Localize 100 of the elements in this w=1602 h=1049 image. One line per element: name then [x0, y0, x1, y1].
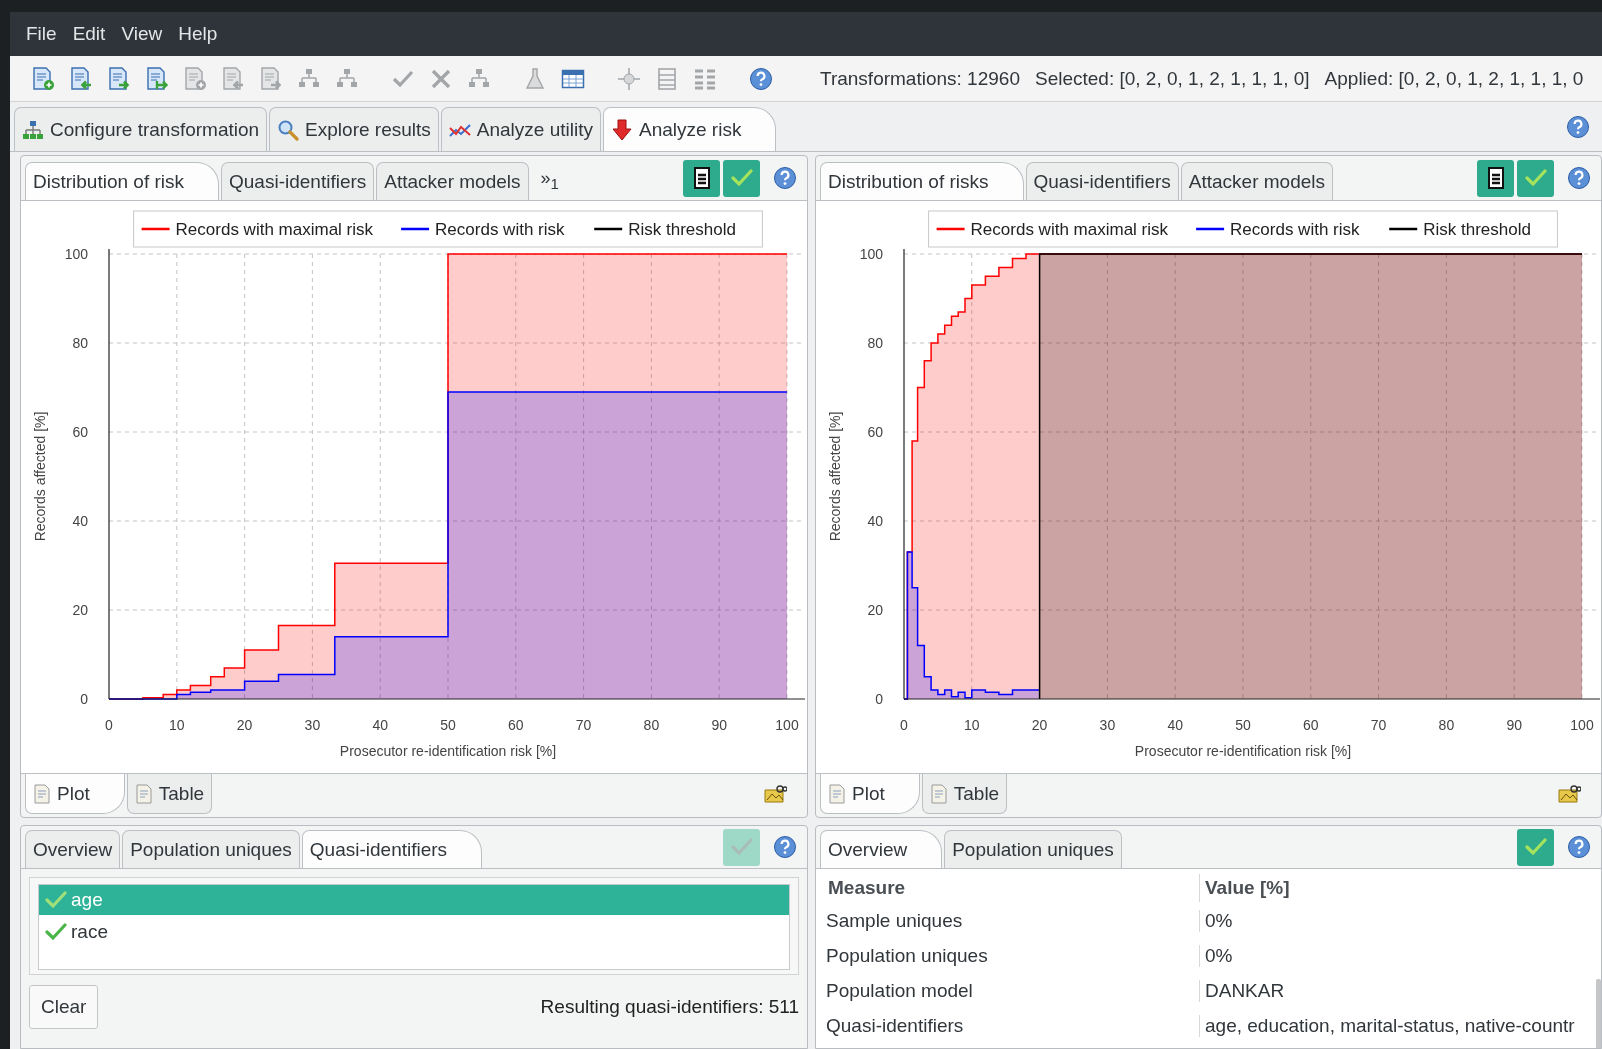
tick-label: 40 [867, 513, 883, 529]
table-cell-text: Quasi-identifiers [825, 1014, 965, 1037]
document-icon[interactable] [106, 65, 132, 92]
tick-label: 20 [236, 717, 253, 733]
help-icon[interactable] [1566, 115, 1590, 139]
legend-item: Risk threshold [594, 220, 736, 239]
legend-label: Records with risk [435, 220, 566, 239]
document-icon[interactable] [144, 65, 170, 92]
tick-label: 40 [372, 717, 388, 733]
tick-label: 20 [72, 602, 88, 618]
tick-label: 50 [1235, 717, 1251, 733]
tab[interactable]: Explore results [269, 107, 439, 151]
tick-label: 20 [1031, 717, 1048, 733]
tick-label: 80 [643, 717, 660, 733]
tab[interactable]: Attacker models [1180, 162, 1333, 200]
legend-item: Risk threshold [1389, 220, 1531, 239]
tick-label: 100 [775, 717, 799, 733]
tick-label: 40 [1167, 717, 1183, 733]
axis-title: Records affected [%] [32, 411, 48, 542]
export-chart-icon[interactable] [763, 784, 787, 804]
menu-item[interactable]: Edit [64, 23, 114, 45]
legend-item: Records with maximal risk [141, 220, 374, 239]
table-cell-text: Population model [825, 979, 974, 1002]
export-button[interactable] [683, 159, 720, 197]
export-button[interactable] [1477, 159, 1514, 197]
hierarchy-icon [22, 118, 44, 141]
tab[interactable]: Quasi-identifiers [221, 162, 375, 200]
legend-item: Records with risk [1196, 220, 1360, 239]
tab[interactable]: Analyze risk [602, 107, 777, 151]
plot-icon [33, 783, 51, 804]
check-icon [1524, 838, 1547, 856]
tick-label: 100 [859, 246, 883, 262]
down-arrow-icon [610, 118, 633, 141]
tick-label: 70 [1370, 717, 1387, 733]
tab[interactable]: Plot [820, 774, 920, 814]
legend-label: Risk threshold [1423, 220, 1531, 239]
help-icon[interactable] [1567, 166, 1591, 190]
table-cell: 0% [1199, 909, 1601, 932]
menu-item[interactable]: Help [170, 23, 226, 45]
legend-label: Records with risk [1230, 220, 1361, 239]
legend-label: Risk threshold [628, 220, 736, 239]
more-tabs-indicator[interactable]: »$_{1}$ [540, 168, 559, 192]
apply-button[interactable] [1517, 828, 1554, 866]
tab[interactable]: Attacker models [376, 162, 529, 200]
tab[interactable]: Population uniques [122, 830, 300, 868]
tick-label: 90 [711, 717, 727, 733]
tick-label: 10 [169, 717, 185, 733]
status-text: Applied: [0, 2, 0, 1, 2, 1, 1, 1, 0 [1324, 67, 1584, 90]
legend-item: Records with risk [401, 220, 565, 239]
tick-label: 10 [964, 717, 980, 733]
tab[interactable]: Quasi-identifiers [301, 830, 483, 868]
table-cell: 0% [1199, 944, 1601, 967]
help-icon[interactable] [773, 166, 797, 190]
tab[interactable]: Table [126, 774, 213, 814]
tab[interactable]: Table [921, 774, 1008, 814]
tab[interactable]: Population uniques [944, 830, 1122, 868]
document-icon[interactable] [68, 65, 94, 92]
check-icon [730, 169, 753, 187]
export-chart-icon[interactable] [1557, 784, 1581, 804]
tick-label: 30 [1099, 717, 1116, 733]
tab[interactable]: Quasi-identifiers [1025, 162, 1179, 200]
axis-title: Records affected [%] [827, 411, 843, 542]
result-text: Resulting quasi-identifiers: 511 [540, 996, 799, 1018]
document-icon[interactable] [30, 65, 56, 92]
tick-label: 0 [105, 717, 113, 733]
table-cell-text: Population uniques [825, 944, 989, 967]
tick-label: 20 [867, 602, 883, 618]
tab[interactable]: Overview [820, 830, 943, 868]
tick-label: 0 [875, 691, 883, 707]
tick-label: 60 [72, 424, 88, 440]
help-icon[interactable] [1567, 835, 1591, 859]
list-item[interactable]: race [39, 915, 789, 949]
tab[interactable]: Distribution of risk [25, 162, 219, 200]
tick-label: 80 [867, 335, 883, 351]
tab[interactable]: Plot [25, 774, 125, 814]
help-icon[interactable] [749, 66, 773, 91]
tick-label: 60 [867, 424, 883, 440]
status-text: Selected: [0, 2, 0, 1, 2, 1, 1, 1, 0] [1034, 67, 1310, 90]
table-icon [929, 783, 948, 804]
tick-label: 60 [1303, 717, 1319, 733]
tick-label: 40 [72, 513, 88, 529]
menu-item[interactable]: File [18, 23, 65, 45]
column-header: Value [%] [1199, 874, 1601, 902]
plot-icon [828, 783, 846, 804]
tab[interactable]: Distribution of risks [820, 162, 1024, 200]
tick-label: 0 [900, 717, 908, 733]
tick-label: 100 [64, 246, 88, 262]
status-text: Transformations: 12960 [820, 67, 1020, 90]
tab[interactable]: Analyze utility [440, 107, 601, 151]
tab[interactable]: Overview [25, 830, 121, 868]
check-icon [730, 838, 753, 856]
scrollbar[interactable] [1596, 979, 1601, 1048]
tab[interactable]: Configure transformation [14, 107, 268, 151]
menu-item[interactable]: View [113, 23, 171, 45]
clear-button[interactable]: Clear [29, 985, 99, 1029]
tick-label: 100 [1570, 717, 1594, 733]
tick-label: 70 [575, 717, 592, 733]
help-icon[interactable] [773, 835, 797, 859]
tick-label: 30 [304, 717, 321, 733]
search-icon [277, 118, 300, 141]
